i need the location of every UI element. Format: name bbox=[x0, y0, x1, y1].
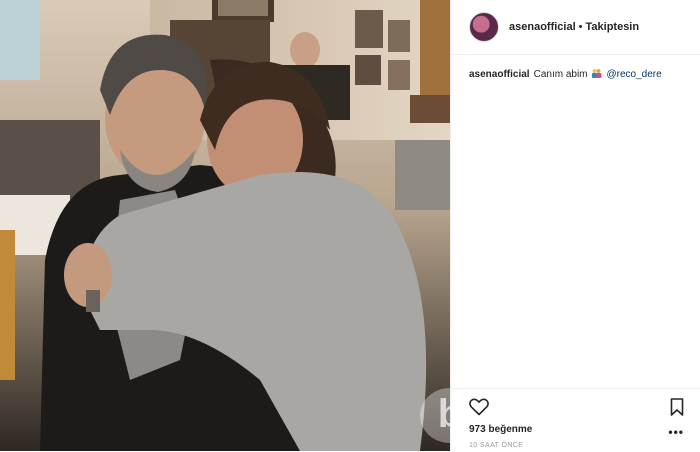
caption-username[interactable]: asenaofficial bbox=[469, 69, 530, 80]
post-caption: asenaofficial Canım abim @reco_dere bbox=[469, 68, 689, 82]
post-photo: b bbox=[0, 0, 450, 451]
couple-emoji-icon bbox=[591, 69, 601, 78]
post-sidebar: asenaofficial • Takiptesin asenaofficial… bbox=[450, 0, 700, 451]
post-header: asenaofficial • Takiptesin bbox=[451, 0, 700, 55]
likes-count[interactable]: 973 beğenme bbox=[469, 424, 532, 435]
post-actions: 973 beğenme ••• 10 SAAT ÖNCE bbox=[451, 388, 700, 452]
follow-status[interactable]: Takiptesin bbox=[586, 21, 640, 33]
bookmark-icon[interactable] bbox=[670, 398, 684, 416]
header-separator: • bbox=[578, 21, 583, 33]
avatar[interactable] bbox=[469, 12, 499, 42]
heart-icon[interactable] bbox=[469, 398, 489, 416]
photo-illustration bbox=[0, 0, 450, 451]
header-username[interactable]: asenaofficial bbox=[509, 21, 576, 33]
caption-mention[interactable]: @reco_dere bbox=[607, 69, 662, 80]
instagram-post: b asenaofficial • Takiptesin asenaoffici… bbox=[0, 0, 700, 451]
post-timestamp: 10 SAAT ÖNCE bbox=[469, 442, 524, 449]
caption-text: Canım abim bbox=[533, 69, 588, 80]
more-options-icon[interactable]: ••• bbox=[668, 425, 684, 439]
